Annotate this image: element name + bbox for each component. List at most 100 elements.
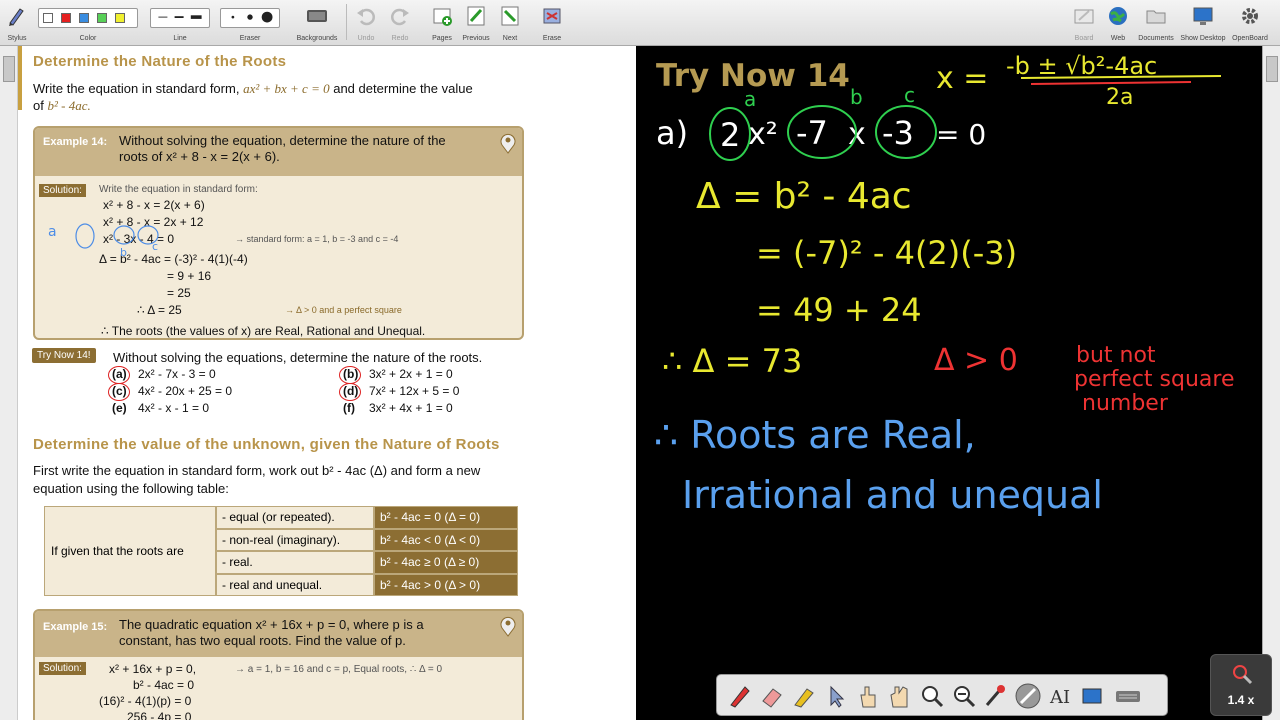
solution-line: = 9 + 16 xyxy=(167,269,212,283)
label-a: a xyxy=(744,87,756,111)
table-row: - real. b² - 4ac ≥ 0 (Δ ≥ 0) xyxy=(216,551,518,574)
line-width-picker[interactable]: Line xyxy=(150,2,210,44)
select-arrow-icon[interactable] xyxy=(823,683,849,709)
eraser-size-picker[interactable]: Eraser xyxy=(220,2,280,44)
table-row: - non-real (imaginary). b² - 4ac < 0 (Δ <… xyxy=(216,528,518,551)
interact-hand-icon[interactable] xyxy=(855,683,881,709)
line-box xyxy=(150,8,210,28)
red-circle-annotation xyxy=(108,366,130,384)
documents-button[interactable]: Documents xyxy=(1136,2,1176,44)
color-swatch-box xyxy=(38,8,138,28)
redo-button[interactable]: Redo xyxy=(384,2,416,44)
laser-pointer-icon[interactable] xyxy=(983,683,1009,709)
openboard-menu-button[interactable]: OpenBoard xyxy=(1230,2,1270,44)
table-cell: b² - 4ac ≥ 0 (Δ ≥ 0) xyxy=(374,551,518,574)
pin-icon[interactable] xyxy=(500,615,516,637)
pages-button[interactable]: Pages xyxy=(426,2,458,44)
document-scroll-indicator[interactable] xyxy=(18,46,22,110)
color-picker[interactable]: Color xyxy=(38,2,138,44)
eraser-tool-icon[interactable] xyxy=(759,683,785,709)
board-icon xyxy=(1074,9,1094,24)
yellow-swatch[interactable] xyxy=(115,13,125,23)
backgrounds-button[interactable]: Backgrounds xyxy=(294,2,340,44)
solution-line: b² - 4ac = 0 xyxy=(133,678,195,692)
table-left-label: If given that the roots are xyxy=(51,544,184,558)
zoom-level: 1.4 x xyxy=(1227,693,1255,707)
blue-swatch[interactable] xyxy=(79,13,89,23)
white-swatch[interactable] xyxy=(43,13,53,23)
intro-3-line-2: equation using the following table: xyxy=(33,481,229,496)
solution-line: ∴ Δ = 25 xyxy=(137,303,182,317)
pen-tool-icon[interactable] xyxy=(727,683,753,709)
erase-all-icon xyxy=(543,8,561,24)
example-14-tag: Example 14: xyxy=(43,136,108,148)
standard-form-note: → standard form: a = 1, b = -3 and c = -… xyxy=(235,234,399,244)
try-now-tag: Try Now 14! xyxy=(32,348,96,363)
try-item-equation: 4x² - x - 1 = 0 xyxy=(138,401,210,415)
delta-sum: = 49 + 24 xyxy=(756,291,922,329)
redo-icon xyxy=(391,8,409,26)
intro-line-1: Write the equation in standard form, ax²… xyxy=(33,80,473,97)
eq-x-squared: x² xyxy=(748,117,778,152)
table-cell: - non-real (imaginary). xyxy=(216,528,374,551)
web-button[interactable]: Web xyxy=(1102,2,1134,44)
erase-button[interactable]: Erase xyxy=(536,2,568,44)
monitor-icon xyxy=(1193,7,1213,25)
eq-coef-c: -3 xyxy=(882,114,914,152)
keyboard-grid-icon xyxy=(307,10,327,22)
zoom-in-icon[interactable] xyxy=(919,683,945,709)
handwriting-ink: x = -b ± √b²-4ac 2a a b c a) 2 x² -7 x -… xyxy=(654,52,1235,517)
line-tool-icon[interactable] xyxy=(1015,683,1041,709)
red-note-line-2: perfect square xyxy=(1074,367,1235,392)
intro-3-line-1: First write the equation in standard for… xyxy=(33,463,481,478)
svg-text:c: c xyxy=(152,240,158,253)
gear-icon xyxy=(1242,8,1258,24)
eraser-sizes-icon xyxy=(231,11,273,23)
board-side-strip xyxy=(1262,46,1280,720)
example-15-header: Example 15: The quadratic equation x² + … xyxy=(35,611,522,657)
show-desktop-button[interactable]: Show Desktop xyxy=(1178,2,1228,44)
whiteboard-canvas[interactable]: Try Now 14 x = -b ± √b²-4ac 2a a b c a) … xyxy=(636,46,1280,720)
next-button[interactable]: Next xyxy=(494,2,526,44)
formula-numerator: -b ± √b²-4ac xyxy=(1006,52,1157,80)
previous-page-icon xyxy=(467,6,485,26)
part-a-label: a) xyxy=(656,114,688,152)
undo-button[interactable]: Undo xyxy=(350,2,382,44)
table-cell: b² - 4ac = 0 (Δ = 0) xyxy=(374,506,518,529)
highlighter-tool-icon[interactable] xyxy=(791,683,817,709)
next-page-icon xyxy=(501,6,519,26)
try-item-equation: 3x² + 4x + 1 = 0 xyxy=(369,401,453,415)
pan-hand-icon[interactable] xyxy=(887,683,913,709)
svg-text:AI: AI xyxy=(1049,687,1070,708)
zoom-indicator[interactable]: 1.4 x xyxy=(1210,654,1272,716)
try-now-instruction: Without solving the equations, determine… xyxy=(113,350,483,365)
red-swatch[interactable] xyxy=(61,13,71,23)
delta-result: ∴ Δ = 73 xyxy=(662,342,802,380)
try-item-label: (e) xyxy=(112,401,127,415)
try-item-label: (f) xyxy=(343,401,355,415)
label-c: c xyxy=(904,83,915,107)
document-side-strip xyxy=(0,46,18,720)
green-swatch[interactable] xyxy=(97,13,107,23)
zoom-out-icon[interactable] xyxy=(951,683,977,709)
previous-button[interactable]: Previous xyxy=(460,2,492,44)
document-page: Determine the Nature of the Roots Write … xyxy=(0,46,636,720)
red-note-line-1: but not xyxy=(1076,343,1156,368)
keyboard-icon[interactable] xyxy=(1115,683,1141,709)
eq-equals-zero: = 0 xyxy=(936,118,986,151)
perfect-square-note: → Δ > 0 and a perfect square xyxy=(285,305,402,315)
board-collapse-tab[interactable] xyxy=(1266,56,1278,82)
text-tool-icon[interactable]: AI xyxy=(1047,683,1073,709)
pin-icon[interactable] xyxy=(500,132,516,154)
table-cell: b² - 4ac < 0 (Δ < 0) xyxy=(374,528,518,551)
eraser-box xyxy=(220,8,280,28)
red-note-line-3: number xyxy=(1082,391,1169,416)
try-item-equation: 3x² + 2x + 1 = 0 xyxy=(369,367,453,381)
document-collapse-tab[interactable] xyxy=(3,56,15,82)
example-15-tag: Example 15: xyxy=(43,621,108,633)
board-button[interactable]: Board xyxy=(1068,2,1100,44)
try-item-equation: 2x² - 7x - 3 = 0 xyxy=(138,367,216,381)
capture-tool-icon[interactable] xyxy=(1079,683,1105,709)
intro2-formula: b² - 4ac. xyxy=(47,98,91,113)
stylus-button[interactable]: Stylus xyxy=(2,2,32,44)
